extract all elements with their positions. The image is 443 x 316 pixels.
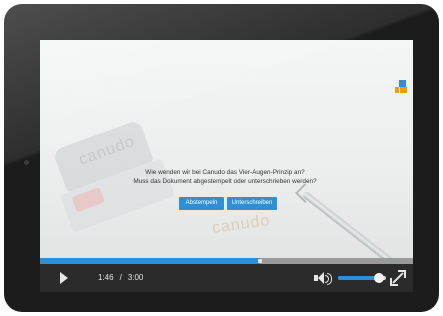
progress-handle[interactable] bbox=[258, 259, 263, 263]
pen-illustration bbox=[301, 190, 401, 258]
brand-logo-orange-right bbox=[400, 87, 407, 93]
question-text: Wie wenden wir bei Canudo das Vier-Augen… bbox=[80, 168, 370, 186]
duration: 3:00 bbox=[127, 273, 144, 282]
unterschreiben-button[interactable]: Unterschreiben bbox=[227, 197, 277, 210]
volume-slider[interactable] bbox=[338, 273, 386, 283]
volume-icon[interactable] bbox=[314, 272, 332, 285]
camera-dot bbox=[24, 160, 29, 165]
time-separator: / bbox=[119, 273, 122, 282]
stamp-print-text: canudo bbox=[211, 212, 272, 237]
video-frame[interactable]: canudo canudo Wie wenden wir bei Canudo … bbox=[40, 40, 413, 258]
volume-thumb[interactable] bbox=[373, 273, 384, 283]
question-line-2: Muss das Dokument abgestempelt oder unte… bbox=[133, 178, 317, 185]
speaker-cone bbox=[318, 272, 324, 284]
play-icon[interactable] bbox=[60, 272, 68, 284]
tablet-frame: canudo canudo Wie wenden wir bei Canudo … bbox=[4, 4, 439, 312]
sound-wave-large bbox=[327, 273, 332, 285]
abstempeln-button[interactable]: Abstempeln bbox=[179, 197, 224, 210]
fullscreen-icon[interactable] bbox=[390, 270, 406, 286]
question-line-1: Wie wenden wir bei Canudo das Vier-Augen… bbox=[145, 169, 305, 176]
brand-logo-blue-square bbox=[399, 80, 406, 87]
video-player: canudo canudo Wie wenden wir bei Canudo … bbox=[40, 40, 413, 292]
time-display: 1:46 / 3:00 bbox=[98, 273, 143, 282]
brand-logo-orange-left bbox=[395, 87, 399, 93]
brand-logo-icon bbox=[395, 80, 407, 94]
volume-fill bbox=[338, 276, 379, 280]
control-bar: 1:46 / 3:00 bbox=[40, 264, 413, 292]
current-time: 1:46 bbox=[98, 273, 114, 282]
